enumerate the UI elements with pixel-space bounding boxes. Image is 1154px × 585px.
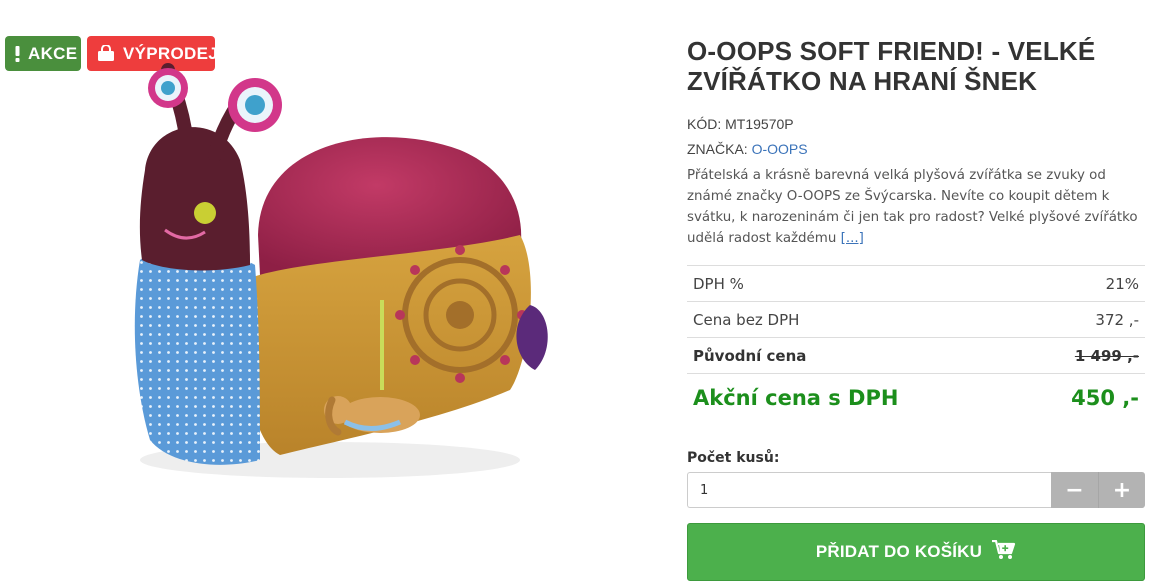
product-brand-label: ZNAČKA:: [687, 141, 748, 157]
product-brand-row: ZNAČKA: O-OOPS: [687, 139, 1145, 159]
net-price-value: 372 ,-: [1095, 310, 1139, 329]
product-meta: KÓD: MT19570P ZNAČKA: O-OOPS: [687, 114, 1145, 159]
final-price-value: 450 ,-: [1071, 386, 1139, 410]
read-more-link[interactable]: [...]: [841, 231, 864, 246]
original-price-label: Původní cena: [693, 346, 807, 365]
original-price-value: 1 499 ,-: [1074, 346, 1139, 365]
add-to-cart-button[interactable]: PŘIDAT DO KOŠÍKU: [687, 523, 1145, 581]
price-row-net: Cena bez DPH 372 ,-: [687, 302, 1145, 338]
exclamation-icon: [15, 45, 20, 62]
quantity-increase-button[interactable]: +: [1098, 472, 1145, 508]
price-row-vat: DPH % 21%: [687, 266, 1145, 302]
final-price-label: Akční cena s DPH: [693, 386, 899, 410]
product-code-value: MT19570P: [725, 116, 794, 132]
product-description-text: Přátelská a krásně barevná velká plyšová…: [687, 168, 1138, 246]
vat-value: 21%: [1105, 274, 1139, 293]
product-details: O-OOPS SOFT FRIEND! - VELKÉ ZVÍŘÁTKO NA …: [687, 36, 1145, 581]
quantity-stepper: − +: [687, 472, 1145, 508]
cart-plus-icon: [992, 539, 1016, 565]
snail-plush-illustration: [134, 63, 548, 478]
product-code-row: KÓD: MT19570P: [687, 114, 1145, 134]
net-price-label: Cena bez DPH: [693, 310, 800, 329]
product-image[interactable]: [110, 60, 570, 500]
price-row-final: Akční cena s DPH 450 ,-: [687, 374, 1145, 422]
quantity-input[interactable]: [687, 472, 1051, 508]
price-table: DPH % 21% Cena bez DPH 372 ,- Původní ce…: [687, 265, 1145, 422]
quantity-decrease-button[interactable]: −: [1051, 472, 1098, 508]
product-title: O-OOPS SOFT FRIEND! - VELKÉ ZVÍŘÁTKO NA …: [687, 36, 1096, 96]
add-to-cart-label: PŘIDAT DO KOŠÍKU: [815, 542, 983, 561]
price-row-original: Původní cena 1 499 ,-: [687, 338, 1145, 374]
quantity-label: Počet kusů:: [687, 450, 780, 466]
badge-akce-label: AKCE: [28, 43, 78, 63]
vat-label: DPH %: [693, 274, 744, 293]
product-code-label: KÓD:: [687, 116, 722, 132]
badge-akce: AKCE: [5, 36, 81, 71]
product-description: Přátelská a krásně barevná velká plyšová…: [687, 165, 1145, 249]
product-brand-link[interactable]: O-OOPS: [752, 141, 808, 157]
